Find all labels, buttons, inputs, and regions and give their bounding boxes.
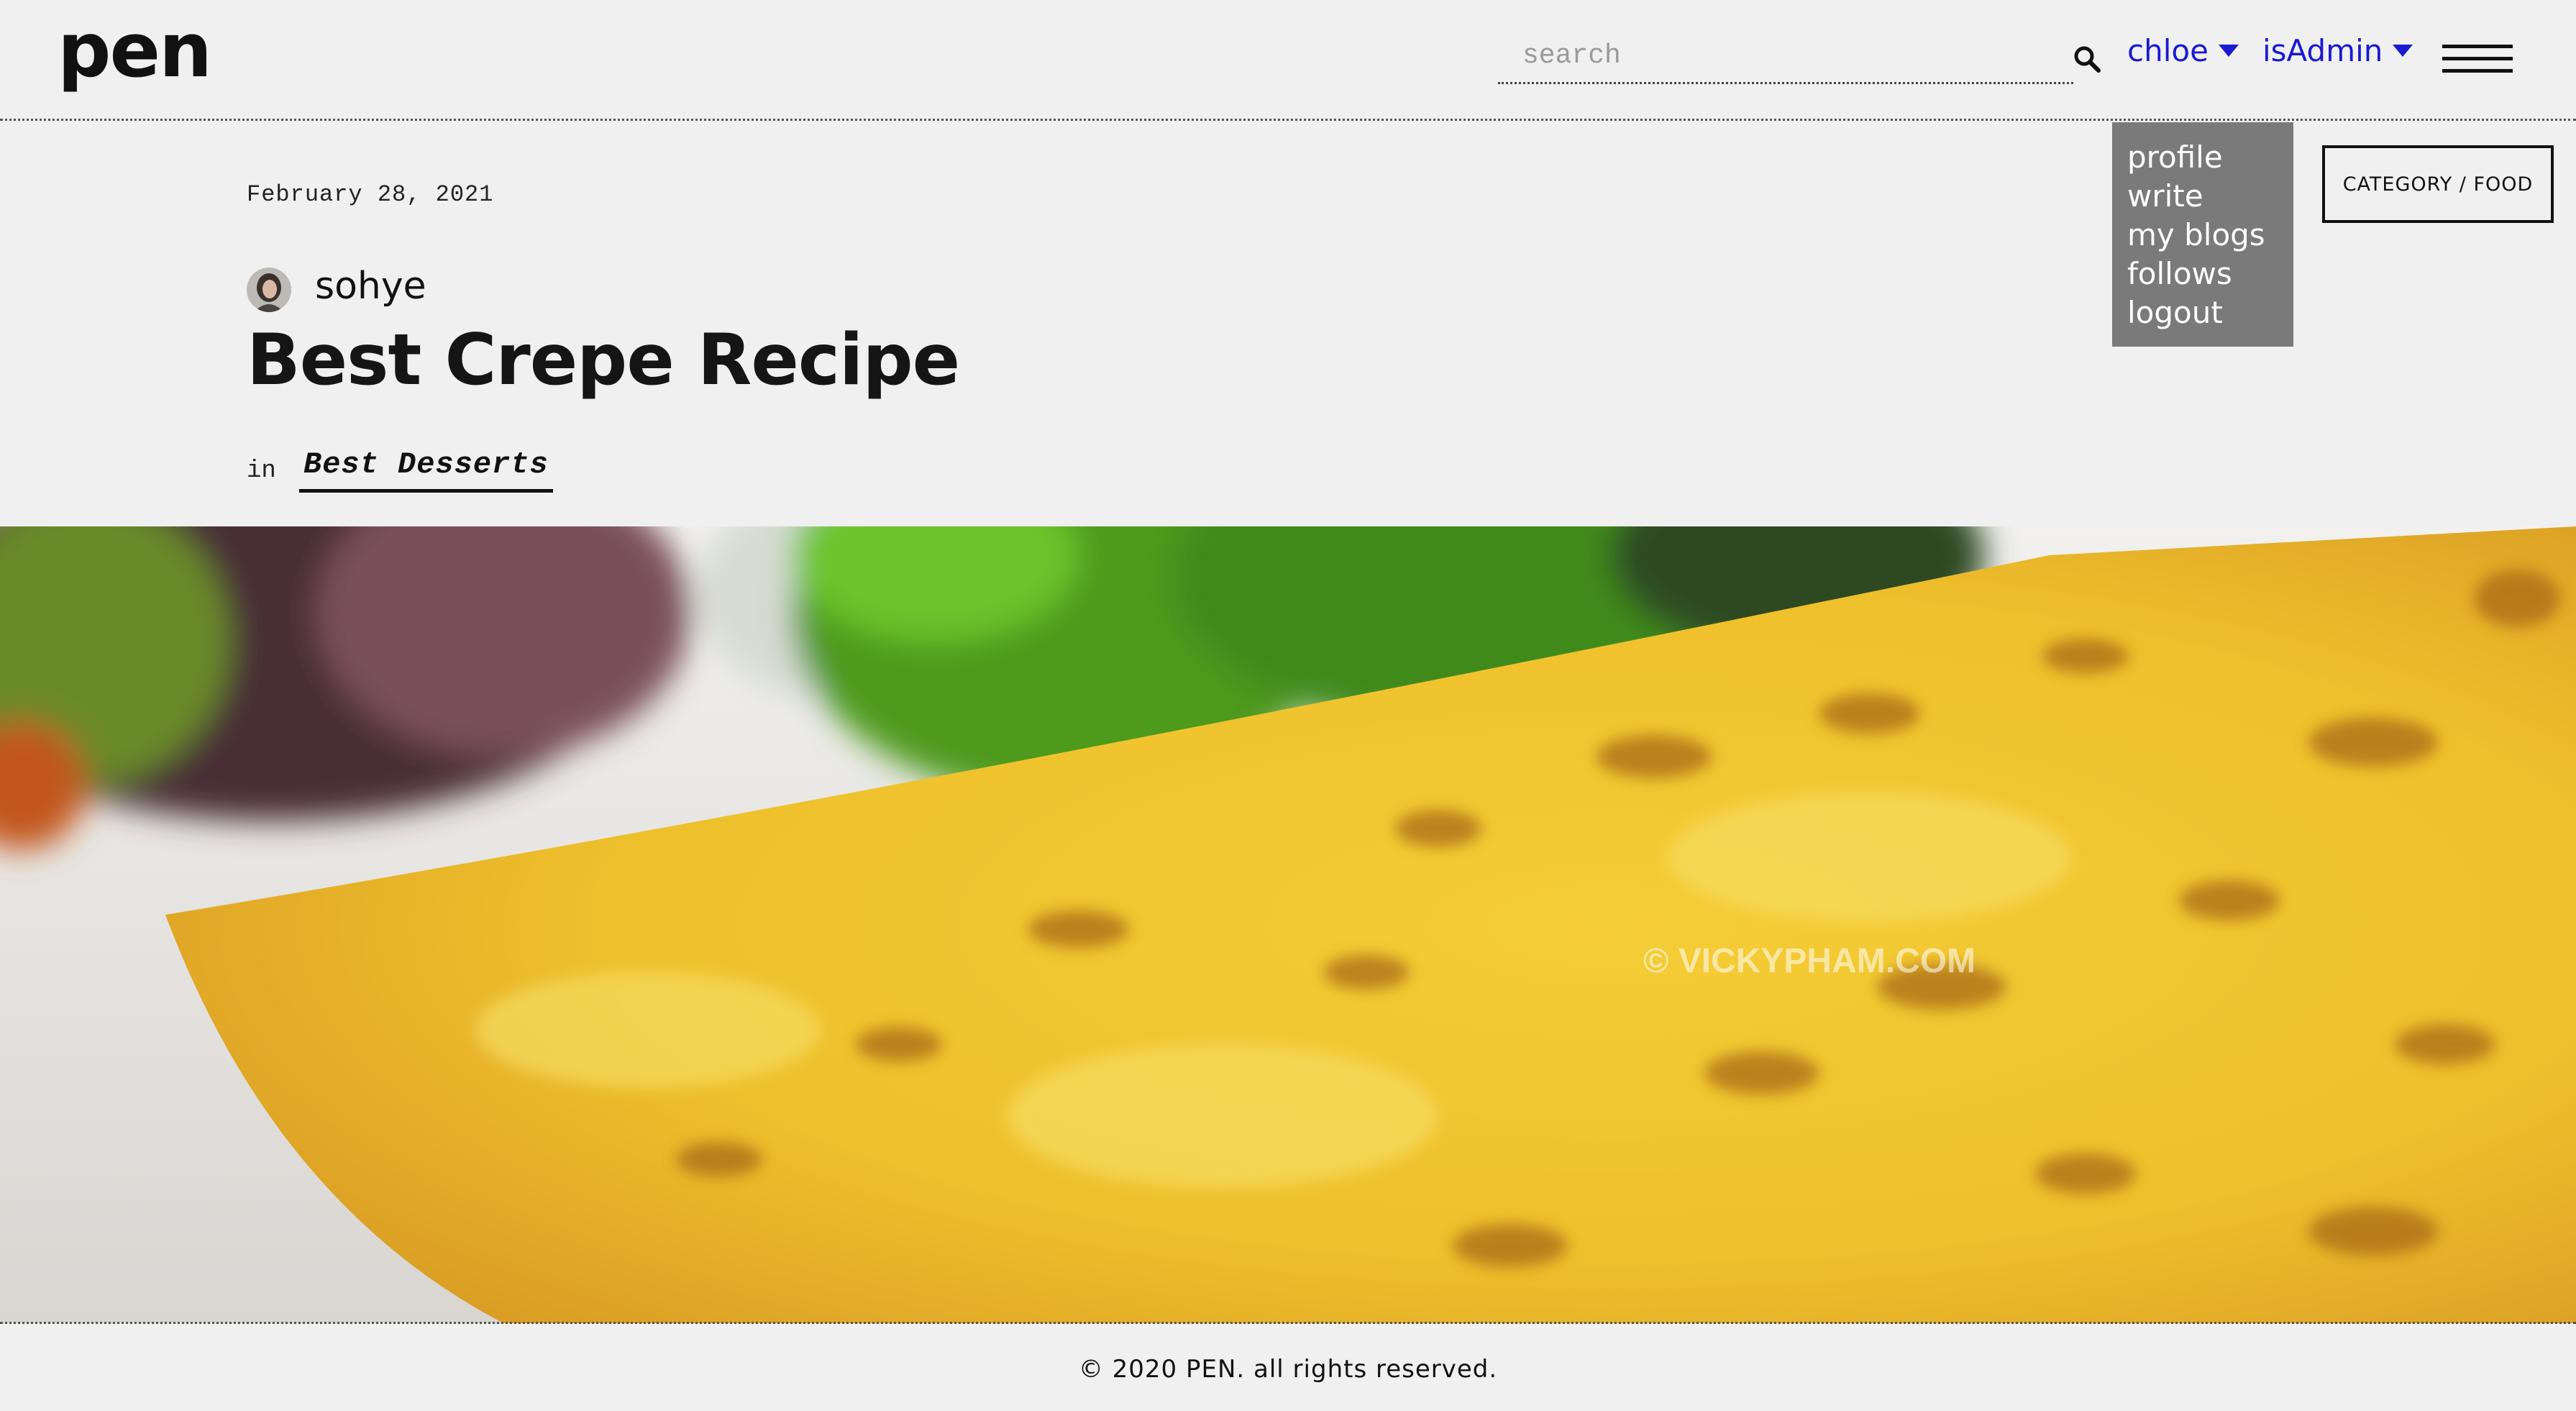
dropdown-item-write[interactable]: write <box>2127 177 2293 216</box>
post-title: Best Crepe Recipe <box>247 319 960 401</box>
user-dropdown-menu: profile write my blogs follows logout <box>2112 122 2293 347</box>
dropdown-item-follows[interactable]: follows <box>2127 255 2293 293</box>
site-footer: © 2020 PEN. all rights reserved. <box>0 1328 2576 1411</box>
site-logo[interactable]: pen <box>58 13 212 88</box>
in-label: in <box>247 457 276 485</box>
admin-menu-toggle[interactable]: isAdmin <box>2262 36 2413 66</box>
user-menu-label: chloe <box>2127 33 2209 68</box>
dropdown-item-profile[interactable]: profile <box>2127 138 2293 177</box>
search-input[interactable] <box>1498 32 2059 79</box>
post-date: February 28, 2021 <box>247 181 494 208</box>
hero-image: © VICKYPHAM.COM <box>0 526 2576 1323</box>
search-icon[interactable] <box>2073 45 2101 73</box>
blog-link[interactable]: Best Desserts <box>299 447 553 493</box>
photo-watermark: © VICKYPHAM.COM <box>1643 942 1976 980</box>
caret-down-icon <box>2218 45 2239 57</box>
site-header: pen chloe isAdmin <box>0 0 2576 121</box>
author-name[interactable]: sohye <box>315 265 426 307</box>
category-badge[interactable]: CATEGORY / FOOD <box>2322 145 2554 223</box>
caret-down-icon <box>2393 45 2413 57</box>
admin-menu-label: isAdmin <box>2262 33 2383 68</box>
author-avatar[interactable] <box>247 268 291 312</box>
avatar-image <box>247 268 291 312</box>
crepe-photo: © VICKYPHAM.COM <box>0 526 2576 1323</box>
divider <box>0 1322 2576 1324</box>
hamburger-menu-icon[interactable] <box>2442 45 2513 73</box>
search-box <box>1498 32 2073 84</box>
copyright-text: © 2020 PEN. all rights reserved. <box>1078 1355 1498 1384</box>
dropdown-item-my-blogs[interactable]: my blogs <box>2127 216 2293 255</box>
user-menu-toggle[interactable]: chloe <box>2127 36 2239 66</box>
dropdown-item-logout[interactable]: logout <box>2127 293 2293 332</box>
